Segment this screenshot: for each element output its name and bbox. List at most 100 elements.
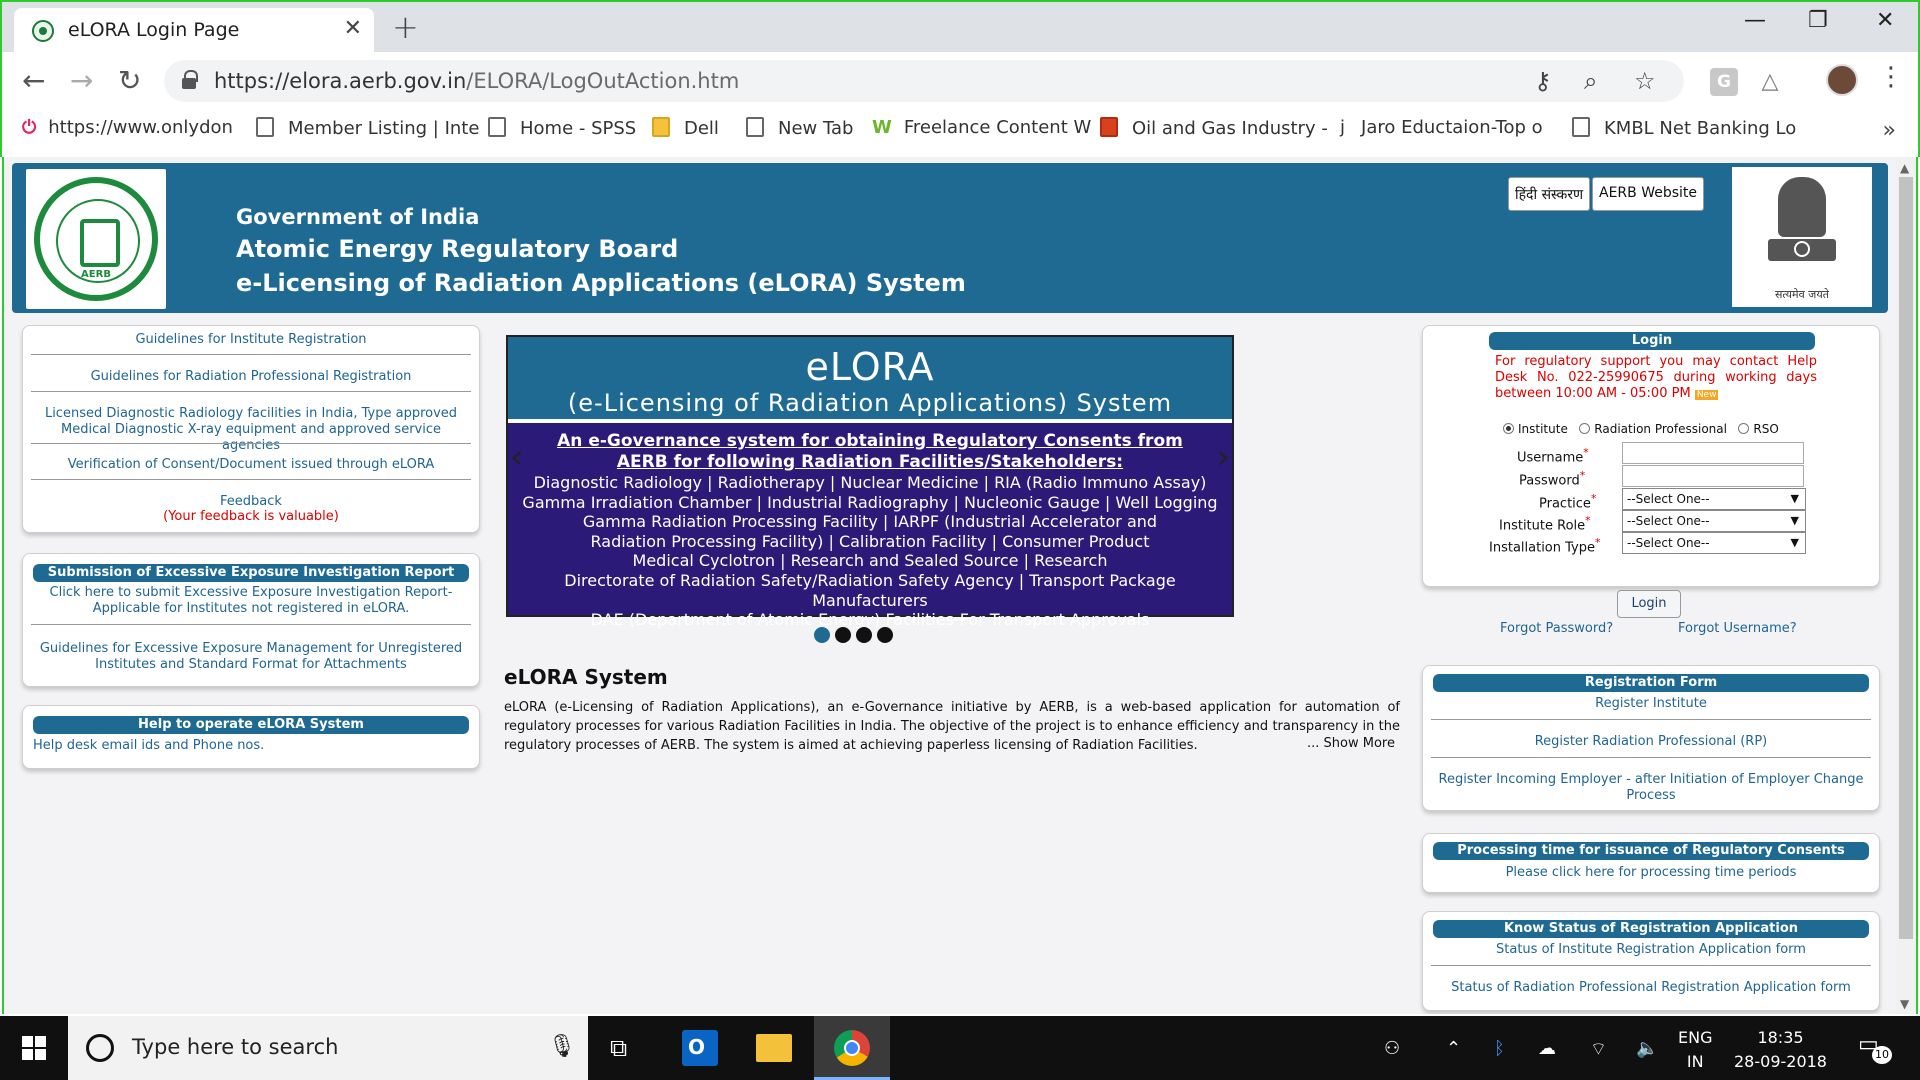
system-clock[interactable]: 18:35 28-09-2018	[1734, 1026, 1827, 1074]
bookmark-item[interactable]: Home - SPSS	[488, 117, 636, 139]
help-desk-link[interactable]: Help desk email ids and Phone nos.	[33, 738, 469, 754]
power-icon: ⏻	[22, 117, 37, 138]
minimize-button[interactable]: —	[1744, 8, 1766, 33]
bookmark-item[interactable]: Oil and Gas Industry -	[1100, 117, 1328, 139]
taskbar-search[interactable]: Type here to search 🎙	[68, 1016, 588, 1080]
verification-link[interactable]: Verification of Consent/Document issued …	[33, 457, 469, 473]
carousel-dot[interactable]	[814, 627, 830, 643]
scroll-up-icon[interactable]: ▲	[1900, 161, 1909, 175]
radio-rso[interactable]: RSO	[1738, 422, 1779, 436]
browser-tab[interactable]: eLORA Login Page ✕	[14, 8, 374, 52]
close-window-button[interactable]: ✕	[1876, 8, 1894, 33]
practice-select[interactable]: --Select One-- ▼	[1622, 488, 1806, 510]
bookmark-item[interactable]: KMBL Net Banking Lo	[1572, 117, 1796, 139]
language-indicator[interactable]: ENG IN	[1678, 1026, 1712, 1074]
reload-icon[interactable]: ↻	[118, 64, 141, 97]
tab-title: eLORA Login Page	[68, 19, 240, 41]
registration-panel: Registration Form Register Institute Reg…	[1422, 665, 1880, 811]
show-more-link[interactable]: ... Show More	[1307, 736, 1395, 751]
register-institute-link[interactable]: Register Institute	[1433, 696, 1869, 712]
action-center-icon[interactable]: ▭ 10	[1858, 1032, 1892, 1064]
forgot-username-link[interactable]: Forgot Username?	[1678, 621, 1797, 636]
scroll-down-icon[interactable]: ▼	[1900, 997, 1909, 1011]
username-input[interactable]	[1622, 442, 1804, 464]
exposure-submit-link[interactable]: Click here to submit Excessive Exposure …	[33, 585, 469, 617]
bookmark-item[interactable]: New Tab	[746, 117, 853, 139]
page-scrollbar[interactable]: ▲ ▼	[1896, 157, 1916, 1014]
licensed-facilities-link[interactable]: Licensed Diagnostic Radiology facilities…	[33, 406, 469, 454]
institute-role-label: Institute Role*	[1499, 514, 1591, 534]
page-icon	[1572, 117, 1590, 137]
extension-drive-icon[interactable]: △	[1756, 68, 1784, 96]
windows-start-icon[interactable]	[22, 1036, 46, 1060]
carousel-dot[interactable]	[877, 627, 893, 643]
bookmark-item[interactable]: j Jaro Eductaion-Top o	[1340, 117, 1543, 138]
rp-guidelines-link[interactable]: Guidelines for Radiation Professional Re…	[33, 369, 469, 385]
forward-icon[interactable]: →	[70, 64, 93, 97]
back-icon[interactable]: ←	[22, 64, 45, 97]
restore-button[interactable]: ❐	[1808, 8, 1828, 33]
chrome-taskbar-button[interactable]	[814, 1016, 890, 1080]
profile-avatar[interactable]	[1826, 64, 1858, 96]
address-bar[interactable]: https://elora.aerb.gov.in/ELORA/LogOutAc…	[164, 60, 1684, 102]
chrome-icon[interactable]	[834, 1030, 870, 1066]
carousel-line: Directorate of Radiation Safety/Radiatio…	[564, 570, 1176, 610]
bookmark-item[interactable]: ⏻ https://www.onlydon	[22, 117, 233, 138]
url-text[interactable]: https://elora.aerb.gov.in/ELORA/LogOutAc…	[214, 69, 739, 93]
institute-guidelines-link[interactable]: Guidelines for Institute Registration	[33, 332, 469, 348]
dropdown-arrow-icon: ▼	[1790, 536, 1799, 549]
people-icon[interactable]: ⚇	[1384, 1038, 1400, 1059]
key-icon[interactable]: ⚷	[1534, 67, 1552, 95]
register-incoming-employer-link[interactable]: Register Incoming Employer - after Initi…	[1433, 772, 1869, 804]
exposure-guidelines-link[interactable]: Guidelines for Excessive Exposure Manage…	[33, 641, 469, 673]
extension-g-icon[interactable]: G	[1710, 68, 1738, 96]
file-explorer-icon[interactable]	[756, 1034, 792, 1062]
lock-icon[interactable]	[182, 70, 198, 89]
carousel-prev-icon[interactable]: ‹	[510, 437, 524, 477]
show-hidden-icons[interactable]: ⌃	[1446, 1038, 1461, 1059]
new-tab-button[interactable]: +	[392, 8, 419, 46]
register-rp-link[interactable]: Register Radiation Professional (RP)	[1433, 734, 1869, 750]
microphone-icon[interactable]: 🎙	[548, 1034, 576, 1059]
star-bookmark-icon[interactable]: ☆	[1634, 67, 1656, 95]
hindi-version-button[interactable]: हिंदी संस्करण	[1508, 177, 1591, 211]
carousel-dot[interactable]	[856, 627, 872, 643]
processing-time-link[interactable]: Please click here for processing time pe…	[1433, 865, 1869, 881]
rp-status-link[interactable]: Status of Radiation Professional Registr…	[1433, 980, 1869, 996]
login-button[interactable]: Login	[1617, 590, 1681, 618]
outlook-icon[interactable]: O	[682, 1030, 718, 1066]
bookmark-item[interactable]: W Freelance Content W	[872, 117, 1091, 138]
bookmarks-overflow-icon[interactable]: »	[1883, 118, 1896, 143]
carousel-subtitle: (e-Licensing of Radiation Applications) …	[567, 389, 1173, 417]
close-tab-icon[interactable]: ✕	[344, 16, 362, 41]
wifi-icon[interactable]: ⌔	[1590, 1038, 1607, 1061]
menu-icon[interactable]: ⋮	[1878, 62, 1904, 92]
aerb-seal-icon	[34, 177, 158, 301]
radio-icon[interactable]	[1579, 423, 1591, 434]
carousel-dot[interactable]	[835, 627, 851, 643]
toolbar: ← → ↻ https://elora.aerb.gov.in/ELORA/Lo…	[2, 52, 1918, 108]
cortana-icon[interactable]	[86, 1034, 114, 1062]
institute-status-link[interactable]: Status of Institute Registration Applica…	[1433, 942, 1869, 958]
carousel-next-icon[interactable]: ›	[1216, 437, 1230, 477]
bluetooth-icon[interactable]: ᛒ	[1494, 1038, 1505, 1059]
user-type-radios: Institute Radiation Professional RSO	[1503, 422, 1779, 436]
radio-icon[interactable]	[1738, 423, 1750, 434]
bookmark-item[interactable]: Member Listing | Inte	[256, 117, 479, 139]
institute-role-select[interactable]: --Select One-- ▼	[1622, 510, 1806, 532]
installation-type-select[interactable]: --Select One-- ▼	[1622, 532, 1806, 554]
task-view-icon[interactable]: ⧉	[610, 1034, 627, 1062]
volume-icon[interactable]: 🔈	[1636, 1038, 1658, 1059]
aerb-website-button[interactable]: AERB Website	[1592, 177, 1705, 211]
zoom-icon[interactable]: ⌕	[1584, 67, 1597, 95]
radio-institute[interactable]: Institute	[1503, 422, 1568, 436]
scroll-thumb[interactable]	[1899, 177, 1913, 939]
radio-radiation-professional[interactable]: Radiation Professional	[1579, 422, 1727, 436]
forgot-password-link[interactable]: Forgot Password?	[1500, 621, 1613, 636]
password-input[interactable]	[1622, 465, 1804, 487]
bookmark-item[interactable]: Dell	[652, 117, 719, 139]
feedback-link[interactable]: Feedback	[33, 494, 469, 510]
radio-icon[interactable]	[1503, 423, 1514, 434]
onedrive-icon[interactable]: ☁	[1538, 1038, 1556, 1059]
help-panel: Help to operate eLORA System Help desk e…	[22, 705, 480, 769]
